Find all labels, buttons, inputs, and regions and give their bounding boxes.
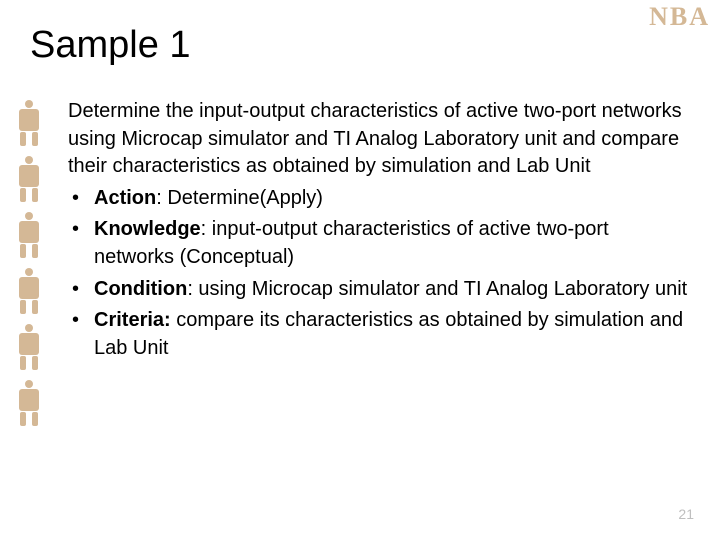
bullet-label: Criteria: [94, 309, 171, 331]
figure-icon [16, 324, 42, 370]
bullet-text: compare its characteristics as obtained … [94, 309, 683, 359]
intro-paragraph: Determine the input-output characteristi… [68, 98, 688, 181]
slide-title: Sample 1 [30, 24, 191, 67]
decorative-figure-column [16, 100, 44, 426]
figure-icon [16, 156, 42, 202]
figure-icon [16, 212, 42, 258]
body-content: Determine the input-output characteristi… [68, 98, 688, 362]
bullet-label: Action [94, 187, 156, 209]
bullet-criteria: Criteria: compare its characteristics as… [68, 307, 688, 362]
bullet-condition: Condition: using Microcap simulator and … [68, 276, 688, 304]
page-number: 21 [678, 506, 694, 522]
bullet-text: : using Microcap simulator and TI Analog… [187, 278, 687, 300]
logo-watermark: NBA [649, 2, 710, 32]
bullet-knowledge: Knowledge: input-output characteristics … [68, 216, 688, 271]
bullet-text: : Determine(Apply) [156, 187, 323, 209]
figure-icon [16, 380, 42, 426]
figure-icon [16, 100, 42, 146]
bullet-label: Condition [94, 278, 187, 300]
figure-icon [16, 268, 42, 314]
bullet-label: Knowledge [94, 218, 201, 240]
bullet-action: Action: Determine(Apply) [68, 185, 688, 213]
